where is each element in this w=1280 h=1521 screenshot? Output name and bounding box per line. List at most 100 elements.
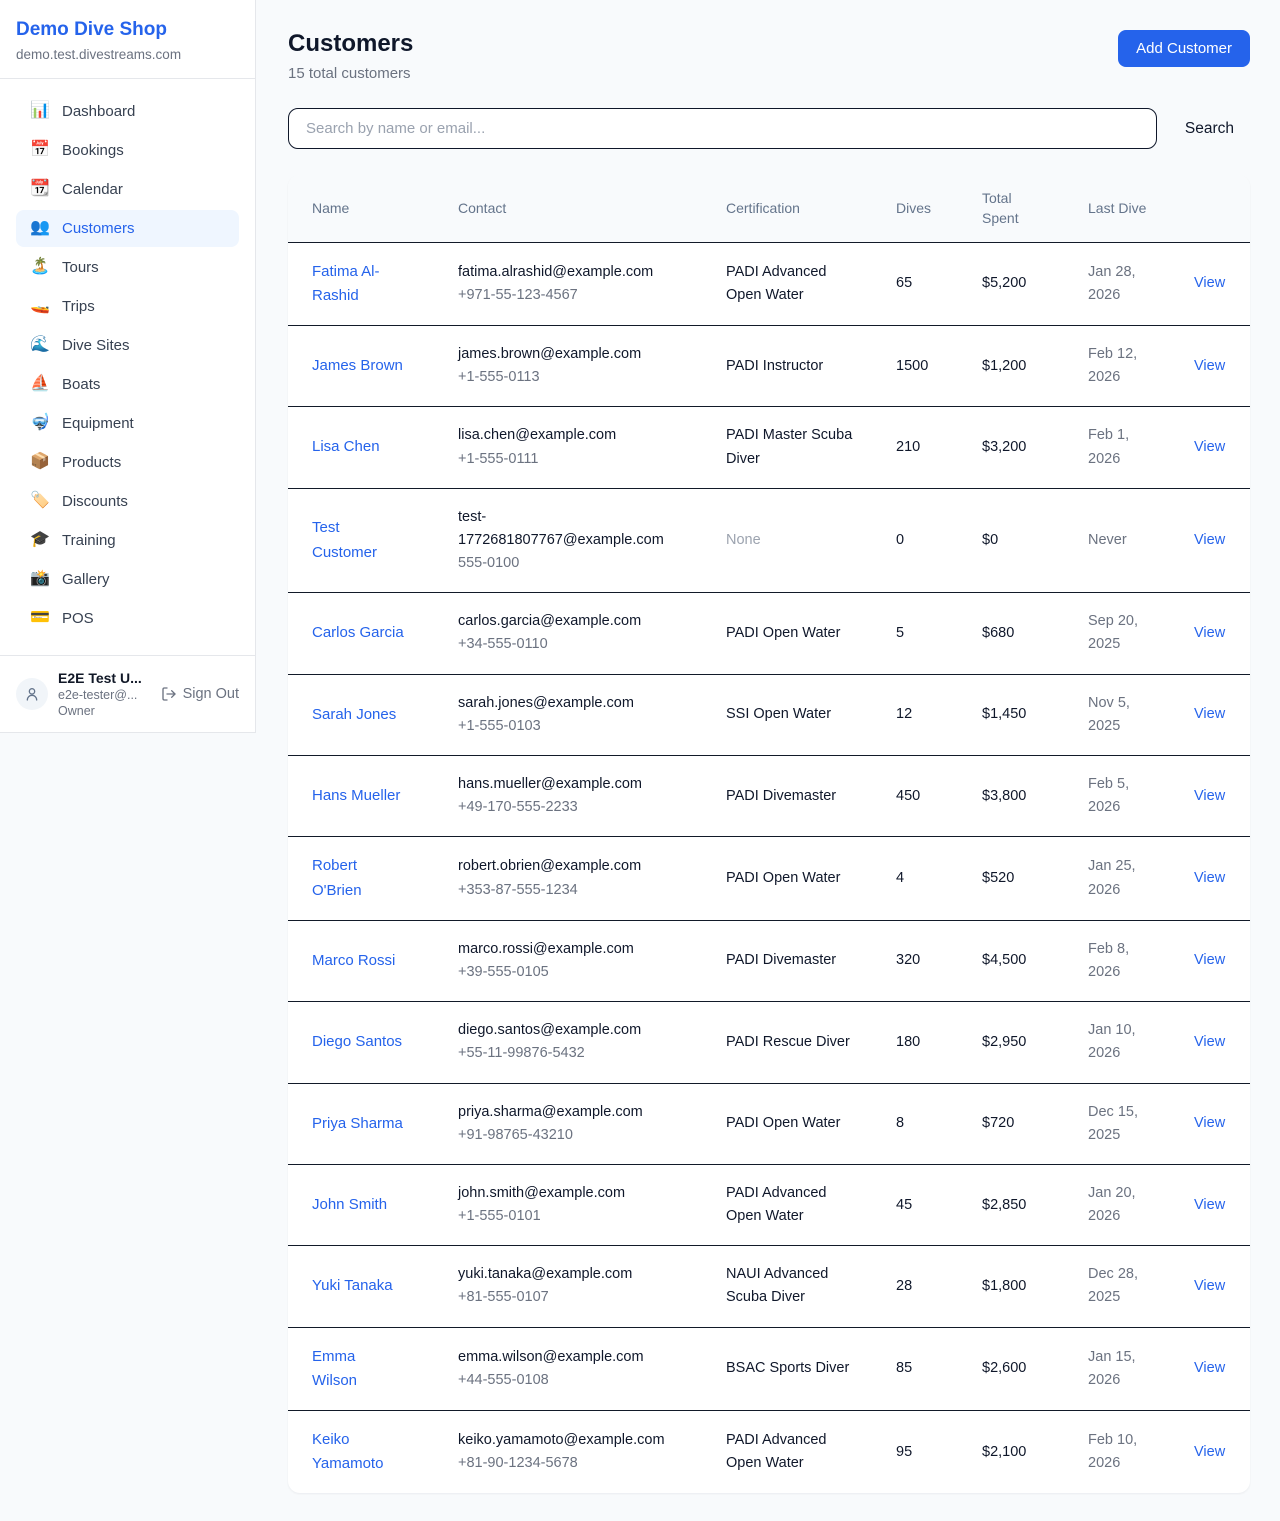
customer-name-link[interactable]: Marco Rossi bbox=[312, 952, 395, 969]
sidebar-item-tours[interactable]: 🏝️ Tours bbox=[16, 249, 239, 286]
table-row: James Brown james.brown@example.com +1-5… bbox=[288, 325, 1250, 406]
sidebar-item-calendar[interactable]: 📆 Calendar bbox=[16, 171, 239, 208]
customer-last-dive: Jan 10, 2026 bbox=[1064, 1002, 1170, 1083]
sidebar-item-discounts[interactable]: 🏷️ Discounts bbox=[16, 483, 239, 520]
view-link[interactable]: View bbox=[1194, 1197, 1225, 1213]
sidebar-item-equipment[interactable]: 🤿 Equipment bbox=[16, 405, 239, 442]
table-row: John Smith john.smith@example.com +1-555… bbox=[288, 1164, 1250, 1245]
customer-total-spent: $2,950 bbox=[958, 1002, 1064, 1083]
customer-name-link[interactable]: Yuki Tanaka bbox=[312, 1277, 393, 1294]
sidebar-item-boats[interactable]: ⛵ Boats bbox=[16, 366, 239, 403]
customer-name-link[interactable]: Diego Santos bbox=[312, 1033, 402, 1050]
tear-off-calendar-icon: 📆 bbox=[30, 181, 50, 197]
calendar-icon: 📅 bbox=[30, 142, 50, 158]
customer-last-dive: Jan 15, 2026 bbox=[1064, 1327, 1170, 1410]
customer-name-link[interactable]: Robert O'Brien bbox=[312, 857, 362, 898]
customer-name-link[interactable]: John Smith bbox=[312, 1196, 387, 1213]
customer-dives: 12 bbox=[872, 674, 958, 755]
user-section: E2E Test U... e2e-tester@... Owner Sign … bbox=[0, 655, 255, 732]
view-link[interactable]: View bbox=[1194, 1034, 1225, 1050]
customer-email: sarah.jones@example.com bbox=[458, 692, 686, 715]
customer-last-dive: Sep 20, 2025 bbox=[1064, 593, 1170, 674]
sidebar-item-bookings[interactable]: 📅 Bookings bbox=[16, 132, 239, 169]
view-link[interactable]: View bbox=[1194, 1278, 1225, 1294]
sidebar-item-training[interactable]: 🎓 Training bbox=[16, 522, 239, 559]
view-link[interactable]: View bbox=[1194, 532, 1225, 548]
customer-certification: PADI Rescue Diver bbox=[702, 1002, 872, 1083]
sidebar-item-products[interactable]: 📦 Products bbox=[16, 444, 239, 481]
customer-last-dive: Dec 28, 2025 bbox=[1064, 1246, 1170, 1327]
sign-out-button[interactable]: Sign Out bbox=[161, 686, 239, 702]
speedboat-icon: 🚤 bbox=[30, 298, 50, 314]
sidebar-item-trips[interactable]: 🚤 Trips bbox=[16, 288, 239, 325]
customer-certification: PADI Open Water bbox=[702, 837, 872, 920]
customer-name-link[interactable]: Keiko Yamamoto bbox=[312, 1431, 383, 1472]
view-link[interactable]: View bbox=[1194, 625, 1225, 641]
customer-name-link[interactable]: Carlos Garcia bbox=[312, 624, 404, 641]
page-title: Customers bbox=[288, 30, 413, 58]
table-row: Hans Mueller hans.mueller@example.com +4… bbox=[288, 756, 1250, 837]
view-link[interactable]: View bbox=[1194, 952, 1225, 968]
customer-name-link[interactable]: Priya Sharma bbox=[312, 1115, 403, 1132]
sidebar-item-dashboard[interactable]: 📊 Dashboard bbox=[16, 93, 239, 130]
customer-last-dive: Dec 15, 2025 bbox=[1064, 1083, 1170, 1164]
sidebar-item-dive-sites[interactable]: 🌊 Dive Sites bbox=[16, 327, 239, 364]
customer-last-dive: Jan 28, 2026 bbox=[1064, 242, 1170, 325]
view-link[interactable]: View bbox=[1194, 1444, 1225, 1460]
customer-certification: PADI Divemaster bbox=[702, 756, 872, 837]
add-customer-button[interactable]: Add Customer bbox=[1118, 30, 1250, 67]
column-header-total-spent: Total Spent bbox=[958, 175, 1064, 242]
customer-email: fatima.alrashid@example.com bbox=[458, 261, 686, 284]
view-link[interactable]: View bbox=[1194, 788, 1225, 804]
customer-name-link[interactable]: Test Customer bbox=[312, 519, 377, 560]
search-button[interactable]: Search bbox=[1185, 120, 1234, 138]
customer-certification: SSI Open Water bbox=[702, 674, 872, 755]
customer-certification: PADI Divemaster bbox=[702, 920, 872, 1001]
customer-phone: +1-555-0113 bbox=[458, 366, 686, 389]
table-row: Diego Santos diego.santos@example.com +5… bbox=[288, 1002, 1250, 1083]
customer-total-spent: $1,450 bbox=[958, 674, 1064, 755]
column-header-dives: Dives bbox=[872, 175, 958, 242]
customer-name-link[interactable]: Sarah Jones bbox=[312, 706, 396, 723]
view-link[interactable]: View bbox=[1194, 1115, 1225, 1131]
customer-dives: 180 bbox=[872, 1002, 958, 1083]
customer-email: keiko.yamamoto@example.com bbox=[458, 1429, 686, 1452]
view-link[interactable]: View bbox=[1194, 870, 1225, 886]
table-row: Carlos Garcia carlos.garcia@example.com … bbox=[288, 593, 1250, 674]
sidebar-item-gallery[interactable]: 📸 Gallery bbox=[16, 561, 239, 598]
customer-dives: 320 bbox=[872, 920, 958, 1001]
user-info: E2E Test U... e2e-tester@... Owner bbox=[58, 670, 151, 718]
view-link[interactable]: View bbox=[1194, 439, 1225, 455]
customer-total-spent: $2,850 bbox=[958, 1164, 1064, 1245]
customer-phone: +353-87-555-1234 bbox=[458, 879, 686, 902]
customer-certification: PADI Advanced Open Water bbox=[702, 1164, 872, 1245]
customer-name-link[interactable]: Lisa Chen bbox=[312, 438, 380, 455]
customer-certification: BSAC Sports Diver bbox=[702, 1327, 872, 1410]
search-input[interactable] bbox=[288, 108, 1157, 149]
view-link[interactable]: View bbox=[1194, 706, 1225, 722]
main-content: Customers 15 total customers Add Custome… bbox=[288, 0, 1250, 1493]
customer-name-link[interactable]: Hans Mueller bbox=[312, 787, 400, 804]
credit-card-icon: 💳 bbox=[30, 610, 50, 626]
view-link[interactable]: View bbox=[1194, 1360, 1225, 1376]
sidebar-item-pos[interactable]: 💳 POS bbox=[16, 600, 239, 637]
view-link[interactable]: View bbox=[1194, 358, 1225, 374]
customer-email: robert.obrien@example.com bbox=[458, 855, 686, 878]
customer-name-link[interactable]: Emma Wilson bbox=[312, 1348, 357, 1389]
column-header-name: Name bbox=[288, 175, 434, 242]
customer-phone: 555-0100 bbox=[458, 552, 686, 575]
customer-certification: NAUI Advanced Scuba Diver bbox=[702, 1246, 872, 1327]
table-row: Robert O'Brien robert.obrien@example.com… bbox=[288, 837, 1250, 920]
customers-table: Name Contact Certification Dives Total S… bbox=[288, 175, 1250, 1493]
view-link[interactable]: View bbox=[1194, 275, 1225, 291]
customer-phone: +81-90-1234-5678 bbox=[458, 1452, 686, 1475]
customer-dives: 5 bbox=[872, 593, 958, 674]
customer-certification: PADI Advanced Open Water bbox=[702, 242, 872, 325]
customer-last-dive: Jan 20, 2026 bbox=[1064, 1164, 1170, 1245]
customer-dives: 95 bbox=[872, 1411, 958, 1494]
customer-email: lisa.chen@example.com bbox=[458, 424, 686, 447]
customer-name-link[interactable]: James Brown bbox=[312, 357, 403, 374]
sidebar-item-customers[interactable]: 👥 Customers bbox=[16, 210, 239, 247]
customer-name-link[interactable]: Fatima Al-Rashid bbox=[312, 263, 380, 304]
customer-phone: +44-555-0108 bbox=[458, 1369, 686, 1392]
